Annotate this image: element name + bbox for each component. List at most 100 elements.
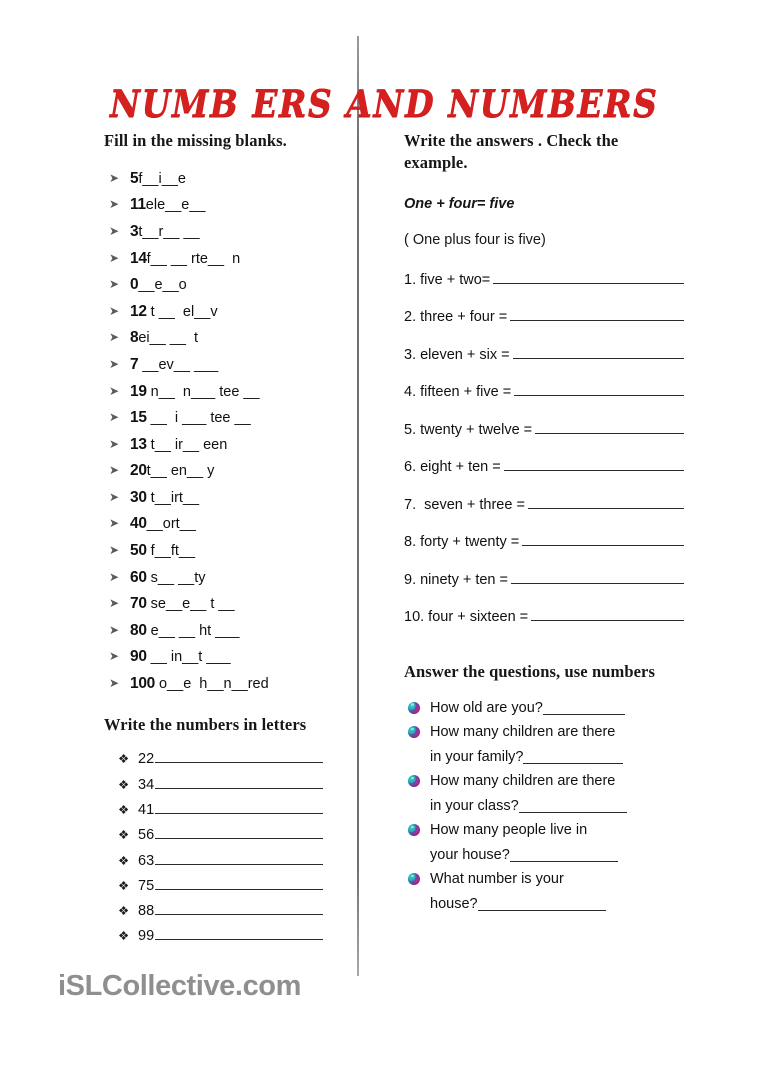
answer-line[interactable] <box>503 470 684 472</box>
list-item: ❖ 34 <box>118 773 354 798</box>
list-item: 8. forty + twenty = <box>404 532 684 552</box>
list-item: ➤ 50 f__ft__ <box>109 538 354 565</box>
arrow-bullet-icon: ➤ <box>109 489 120 504</box>
answer-line[interactable] <box>514 395 684 397</box>
list-item: 1. five + two= <box>404 270 684 290</box>
answer-line[interactable] <box>155 888 324 890</box>
answer-questions-heading: Answer the questions, use numbers <box>404 662 655 682</box>
list-item: ❖ 99 <box>118 924 354 949</box>
answer-line[interactable] <box>155 787 324 789</box>
write-numbers-list: ❖ 22 ❖ 34 ❖ 41 ❖ 56 ❖ 63 ❖ 75 ❖ 88 ❖ 99 <box>104 747 354 949</box>
answer-line[interactable] <box>535 432 684 434</box>
diamond-bullet-icon: ❖ <box>118 777 130 792</box>
arrow-bullet-icon: ➤ <box>109 410 120 425</box>
example-sentence: ( One plus four is five) <box>404 231 546 248</box>
arrow-bullet-icon: ➤ <box>109 516 120 531</box>
answer-line[interactable] <box>531 620 684 622</box>
worksheet-page: NUMB ERS AND NUMBERS Fill in the missing… <box>0 0 768 1087</box>
list-item: ❖ 63 <box>118 849 354 874</box>
answer-line[interactable] <box>155 914 324 916</box>
answer-line[interactable] <box>522 545 684 547</box>
list-item: ❖ 41 <box>118 798 354 823</box>
answer-line[interactable] <box>509 846 618 862</box>
list-item: ➤ 19 n__ n___ tee __ <box>109 379 354 406</box>
list-item: ❖ 56 <box>118 823 354 848</box>
list-item: How many people live in your house? <box>408 818 684 867</box>
list-item: ❖ 75 <box>118 874 354 899</box>
list-item: ➤ 11ele__e__ <box>109 192 354 219</box>
diamond-bullet-icon: ❖ <box>118 929 130 944</box>
site-watermark: iSLCollective.com <box>58 970 301 1002</box>
page-title: NUMB ERS AND NUMBERS <box>109 82 659 126</box>
answer-line[interactable] <box>155 838 324 840</box>
answer-line[interactable] <box>518 797 627 813</box>
addition-problems-list: 1. five + two= 2. three + four = 3. elev… <box>404 270 684 628</box>
diamond-bullet-icon: ❖ <box>118 803 130 817</box>
answer-line[interactable] <box>523 748 624 764</box>
column-divider <box>357 36 359 976</box>
answer-line[interactable] <box>155 813 324 814</box>
answer-line[interactable] <box>527 507 684 509</box>
list-item: ➤ 8ei__ __ t <box>109 325 354 352</box>
arrow-bullet-icon: ➤ <box>109 356 120 371</box>
arrow-bullet-icon: ➤ <box>109 436 120 451</box>
list-item: 9. ninety + ten = <box>404 570 684 590</box>
diamond-bullet-icon: ❖ <box>118 752 130 767</box>
answer-line[interactable] <box>510 320 684 322</box>
answer-line[interactable] <box>155 939 324 941</box>
list-item: How old are you? <box>408 696 684 721</box>
list-item: ➤ 30 t__irt__ <box>109 485 354 512</box>
answer-line[interactable] <box>477 895 606 911</box>
globe-bullet-icon <box>408 873 420 886</box>
answer-line[interactable] <box>512 357 684 359</box>
write-numbers-heading: Write the numbers in letters <box>104 714 307 734</box>
diamond-bullet-icon: ❖ <box>118 904 130 919</box>
write-answers-heading: Write the answers . Check the example. <box>404 131 619 172</box>
arrow-bullet-icon: ➤ <box>109 596 120 611</box>
list-item: ➤ 70 se__e__ t __ <box>109 591 354 618</box>
list-item: What number is your house? <box>408 867 684 916</box>
diamond-bullet-icon: ❖ <box>118 828 130 843</box>
list-item: ➤ 40__ort__ <box>109 511 354 538</box>
list-item: ➤ 80 e__ __ ht ___ <box>109 618 354 645</box>
list-item: ➤ 13 t__ ir__ een <box>109 432 354 459</box>
globe-bullet-icon <box>408 701 420 714</box>
globe-bullet-icon <box>408 824 420 837</box>
list-item: ➤ 100 o__e h__n__red <box>109 671 354 698</box>
list-item: ➤ 20t__ en__ y <box>109 458 354 485</box>
list-item: 3. eleven + six = <box>404 345 684 365</box>
list-item: 6. eight + ten = <box>404 457 684 477</box>
diamond-bullet-icon: ❖ <box>118 878 130 893</box>
list-item: ➤ 3t__r__ __ <box>109 219 354 246</box>
list-item: ➤ 5f__i__e <box>109 166 354 193</box>
arrow-bullet-icon: ➤ <box>109 622 120 637</box>
list-item: ➤ 90 __ in__t ___ <box>109 644 354 671</box>
list-item: 2. three + four = <box>404 307 684 327</box>
diamond-bullet-icon: ❖ <box>118 853 130 868</box>
arrow-bullet-icon: ➤ <box>109 223 120 238</box>
answer-line[interactable] <box>493 282 684 284</box>
list-item: ➤ 12 t __ el__v <box>109 299 354 326</box>
answer-line[interactable] <box>511 582 684 584</box>
arrow-bullet-icon: ➤ <box>109 197 120 212</box>
list-item: 7. seven + three = <box>404 495 684 515</box>
arrow-bullet-icon: ➤ <box>109 250 120 265</box>
list-item: How many children are there in your clas… <box>408 769 684 818</box>
list-item: 5. twenty + twelve = <box>404 420 684 440</box>
fill-blanks-heading: Fill in the missing blanks. <box>104 131 287 150</box>
arrow-bullet-icon: ➤ <box>109 463 120 478</box>
list-item: ➤ 0__e__o <box>109 272 354 299</box>
arrow-bullet-icon: ➤ <box>109 543 120 558</box>
answer-line[interactable] <box>542 699 625 715</box>
arrow-bullet-icon: ➤ <box>109 277 120 292</box>
answer-line[interactable] <box>155 863 324 865</box>
list-item: ❖ 22 <box>118 747 354 772</box>
personal-questions-list: How old are you? How many children are t… <box>404 696 684 917</box>
list-item: 4. fifteen + five = <box>404 382 684 402</box>
arrow-bullet-icon: ➤ <box>109 676 120 691</box>
arrow-bullet-icon: ➤ <box>109 649 120 664</box>
arrow-bullet-icon: ➤ <box>109 569 120 584</box>
answer-line[interactable] <box>155 762 324 764</box>
list-item: ➤ 15 __ i ___ tee __ <box>109 405 354 432</box>
fill-blanks-list: ➤ 5f__i__e ➤ 11ele__e__ ➤ 3t__r__ __ ➤ 14f__… <box>104 166 354 698</box>
